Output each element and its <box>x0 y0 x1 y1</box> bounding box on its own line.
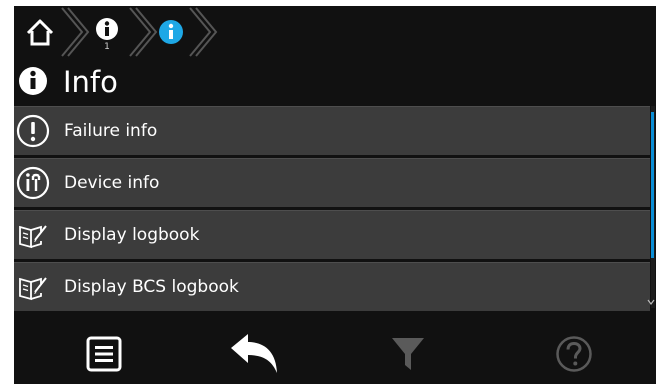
menu-item-device-info[interactable]: Device info <box>14 158 650 207</box>
menu-item-label: Device info <box>64 173 160 193</box>
logbook-icon <box>19 225 47 249</box>
bottom-toolbar <box>14 324 656 384</box>
menu-item-label: Display logbook <box>64 225 200 245</box>
logbook-icon <box>19 277 47 301</box>
exclamation-circle-icon <box>16 114 50 148</box>
filter-button[interactable] <box>378 328 438 380</box>
menu-item-failure-info[interactable]: Failure info <box>14 106 650 155</box>
filter-icon <box>392 338 424 370</box>
help-button[interactable] <box>544 328 604 380</box>
back-arrow-icon <box>231 334 277 373</box>
menu-button[interactable] <box>74 328 134 380</box>
menu-item-display-bcs-logbook[interactable]: Display BCS logbook <box>14 262 650 311</box>
info-icon <box>19 67 47 95</box>
menu-item-label: Failure info <box>64 121 158 141</box>
page-title: Info <box>63 65 118 99</box>
breadcrumb-level-number: 1 <box>104 42 110 52</box>
device-info-icon <box>16 166 50 200</box>
device-screen: 1 Info Failure info Device info Display … <box>14 6 656 384</box>
info-menu-list: Failure info Device info Display logbook <box>14 106 652 312</box>
scrollbar-thumb[interactable] <box>651 112 654 258</box>
menu-item-label: Display BCS logbook <box>64 277 239 297</box>
breadcrumb-info[interactable]: 1 <box>93 16 121 52</box>
info-icon <box>159 20 183 44</box>
breadcrumb-current-info <box>157 18 185 46</box>
breadcrumb: 1 <box>14 6 656 58</box>
info-icon <box>96 18 118 40</box>
scroll-down-icon[interactable] <box>647 297 655 307</box>
breadcrumb-separator <box>129 7 158 57</box>
breadcrumb-home[interactable] <box>18 11 62 53</box>
help-icon <box>556 336 592 372</box>
breadcrumb-separator <box>189 7 218 57</box>
breadcrumb-separator <box>61 7 90 57</box>
menu-list-icon <box>86 336 122 372</box>
back-button[interactable] <box>224 328 284 380</box>
home-icon <box>26 19 54 46</box>
menu-item-display-logbook[interactable]: Display logbook <box>14 210 650 259</box>
title-row: Info <box>14 62 656 102</box>
